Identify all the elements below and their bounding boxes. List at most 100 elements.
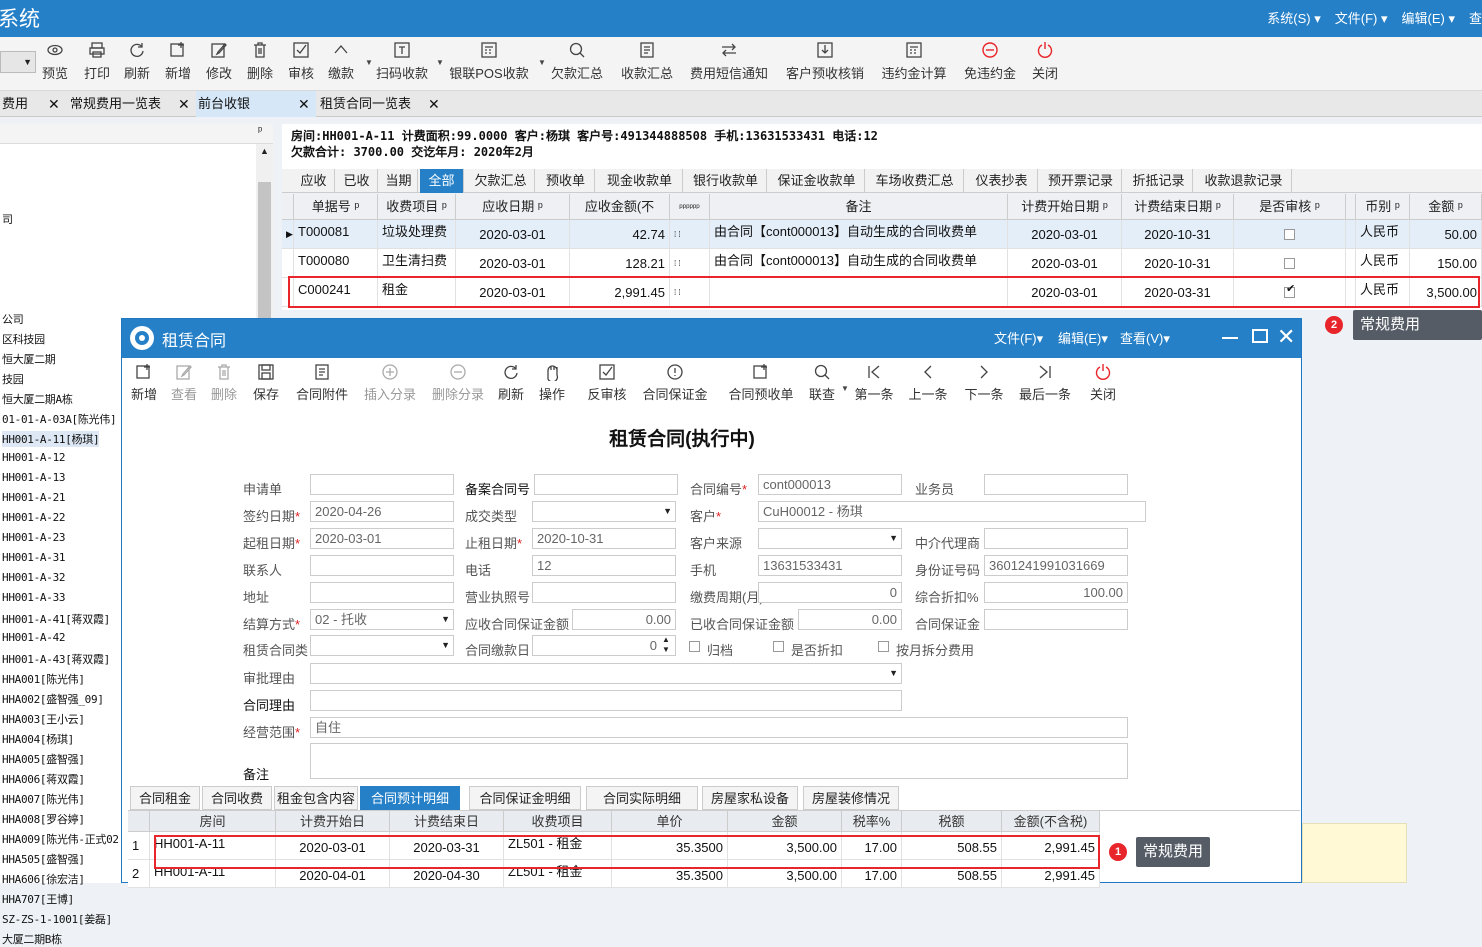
close-icon[interactable]: ✕ [178,91,190,117]
detail-col-room[interactable]: 房间 [150,811,276,832]
tree-node[interactable]: 司 [2,211,13,227]
tree-node[interactable]: HHA008[罗谷婷] [2,811,85,827]
bottom-tab-0[interactable]: 合同租金 [130,786,200,810]
tree-node[interactable]: HHA006[蒋双霞] [2,771,85,787]
subtab-10[interactable]: 仪表抄表 [966,169,1038,193]
tree-node[interactable]: HH001-A-31 [2,551,66,564]
field-deposit[interactable] [984,609,1128,630]
tree-node[interactable]: HHA001[陈光伟] [2,671,85,687]
tree-node[interactable]: HHA003[王小云] [2,711,85,727]
tree-node[interactable]: HHA505[盛智强] [2,851,85,867]
tab-regular-fees[interactable]: 常规费用一览表 ✕ [68,91,194,117]
dialog-btn-hand[interactable]: 操作 [538,363,566,403]
subtab-2[interactable]: 当期 [380,169,418,193]
bottom-tab-2[interactable]: 租金包含内容 [274,786,358,810]
field-salesman[interactable] [984,474,1128,495]
dialog-btn-power[interactable]: 关闭 [1089,363,1117,403]
dialog-btn-add[interactable]: 合同预收单 [726,363,796,403]
chevron-down-icon[interactable]: ▼ [663,502,672,521]
tab-lease-list[interactable]: 租赁合同一览表 ✕ [318,91,444,117]
tree-node[interactable]: HHA007[陈光伟] [2,791,85,807]
field-license[interactable] [532,582,676,603]
tree-node[interactable]: 01-01-A-03A[陈光伟] [2,411,117,427]
split-checkbox[interactable] [878,641,889,652]
field-end_date[interactable]: 2020-10-31 [532,528,676,549]
dialog-btn-last[interactable]: 最后一条 [1017,363,1073,403]
subtab-6[interactable]: 现金收款单 [597,169,683,193]
toolbar-btn-check[interactable]: 审核 [287,41,315,87]
field-settle[interactable]: 02 - 托收 ▼ [310,609,454,630]
audit-checkbox[interactable] [1284,258,1295,269]
detail-col-start[interactable]: 计费开始日 [276,811,390,832]
subtab-0[interactable]: 应收 [293,169,335,193]
field-apply[interactable] [310,474,454,495]
field-sign_date[interactable]: 2020-04-26 [310,501,454,522]
field-record-no[interactable] [534,474,678,495]
toolbar-btn-transfer[interactable]: 费用短信通知 [689,41,769,87]
subtab-3[interactable]: 全部 [420,169,464,193]
col-header-no[interactable]: 单据号 ᵖ [294,194,378,220]
menu-file[interactable]: 文件(F) ▾ [1335,8,1388,27]
subtab-7[interactable]: 银行收款单 [685,169,767,193]
dialog-btn-prev[interactable]: 上一条 [908,363,948,403]
field-lease-type[interactable]: ▼ [310,635,454,656]
col-header-audit[interactable]: 是否审核 ᵖ [1234,194,1346,220]
dialog-menu-file[interactable]: 文件(F)▾ [994,328,1043,347]
toolbar-btn-calculator[interactable]: 违约金计算 [880,41,948,87]
field-address[interactable] [310,582,454,603]
field-recv_deposit[interactable]: 0.00 [572,609,676,630]
maximize-icon[interactable] [1252,329,1268,343]
detail-col-net[interactable]: 金额(不含税) [1002,811,1100,832]
bottom-tab-4[interactable]: 合同保证金明细 [469,786,581,810]
field-remark[interactable] [310,743,1128,779]
pin-icon[interactable]: ᵖ [258,125,262,137]
field-discount[interactable]: 100.00 [984,582,1128,603]
subtab-1[interactable]: 已收 [336,169,378,193]
dialog-btn-add[interactable]: 新增 [130,363,158,403]
field-phone[interactable]: 12 [532,555,676,576]
bottom-tab-3[interactable]: 合同预计明细 [360,786,460,810]
bottom-tab-6[interactable]: 房屋家私设备 [702,786,798,810]
tree-node[interactable]: 公司 [2,311,24,327]
toolbar-btn-minus-circle[interactable]: 免违约金 [962,41,1018,87]
tree-node[interactable]: HHA005[盛智强] [2,751,85,767]
subtab-13[interactable]: 收款退款记录 [1196,169,1292,193]
tree-node[interactable]: HH001-A-13 [2,471,66,484]
tree-node[interactable]: HH001-A-33 [2,591,66,604]
archive-checkbox[interactable] [689,641,700,652]
toolbar-combo[interactable]: ▼ [0,51,36,73]
toolbar-btn-search[interactable]: 欠款汇总 [549,41,605,87]
subtab-9[interactable]: 车场收费汇总 [866,169,964,193]
tree-node[interactable]: HH001-A-32 [2,571,66,584]
detail-col-amount[interactable]: 金额 [728,811,842,832]
tree-node[interactable]: 区科技园 [2,331,45,347]
subtab-4[interactable]: 欠款汇总 [467,169,535,193]
toolbar-btn-document[interactable]: 收款汇总 [619,41,675,87]
dialog-btn-refresh[interactable]: 刷新 [497,363,525,403]
tree-node[interactable]: HH001-A-12 [2,451,66,464]
field-customer[interactable]: CuH00012 - 杨琪 [758,501,1146,522]
col-header-collapsed[interactable]: ᵖᵖᵖᵖᵖᵖ [670,194,710,220]
tab-front-desk[interactable]: 前台收银 ✕ [196,91,316,117]
bottom-tab-5[interactable]: 合同实际明细 [586,786,698,810]
toolbar-btn-calculator[interactable]: 银联POS收款 [446,41,532,87]
field-contact[interactable] [310,555,454,576]
field-agent[interactable] [984,528,1128,549]
tree-node[interactable]: HH001-A-21 [2,491,66,504]
subtab-8[interactable]: 保证金收款单 [769,169,865,193]
dialog-btn-next[interactable]: 下一条 [964,363,1004,403]
close-icon[interactable]: ✕ [298,91,310,117]
toolbar-btn-edit[interactable]: 修改 [205,41,233,87]
toolbar-btn-trash[interactable]: 删除 [246,41,274,87]
toolbar-btn-refresh[interactable]: 刷新 [123,41,151,87]
close-icon[interactable]: ✕ [428,91,440,117]
toolbar-btn-chevron-up[interactable]: 缴款 [327,41,355,87]
dialog-btn-save[interactable]: 保存 [252,363,280,403]
bottom-tab-1[interactable]: 合同收费 [202,786,272,810]
minimize-icon[interactable] [1222,337,1238,339]
field-deal-type[interactable]: ▼ [532,501,676,522]
toolbar-btn-eye[interactable]: 预览 [41,41,69,87]
field-scope[interactable]: 自住 [310,717,1128,738]
tree-node[interactable]: HHA606[徐宏洁] [2,871,85,887]
field-pay_day[interactable]: 0 [532,635,676,656]
